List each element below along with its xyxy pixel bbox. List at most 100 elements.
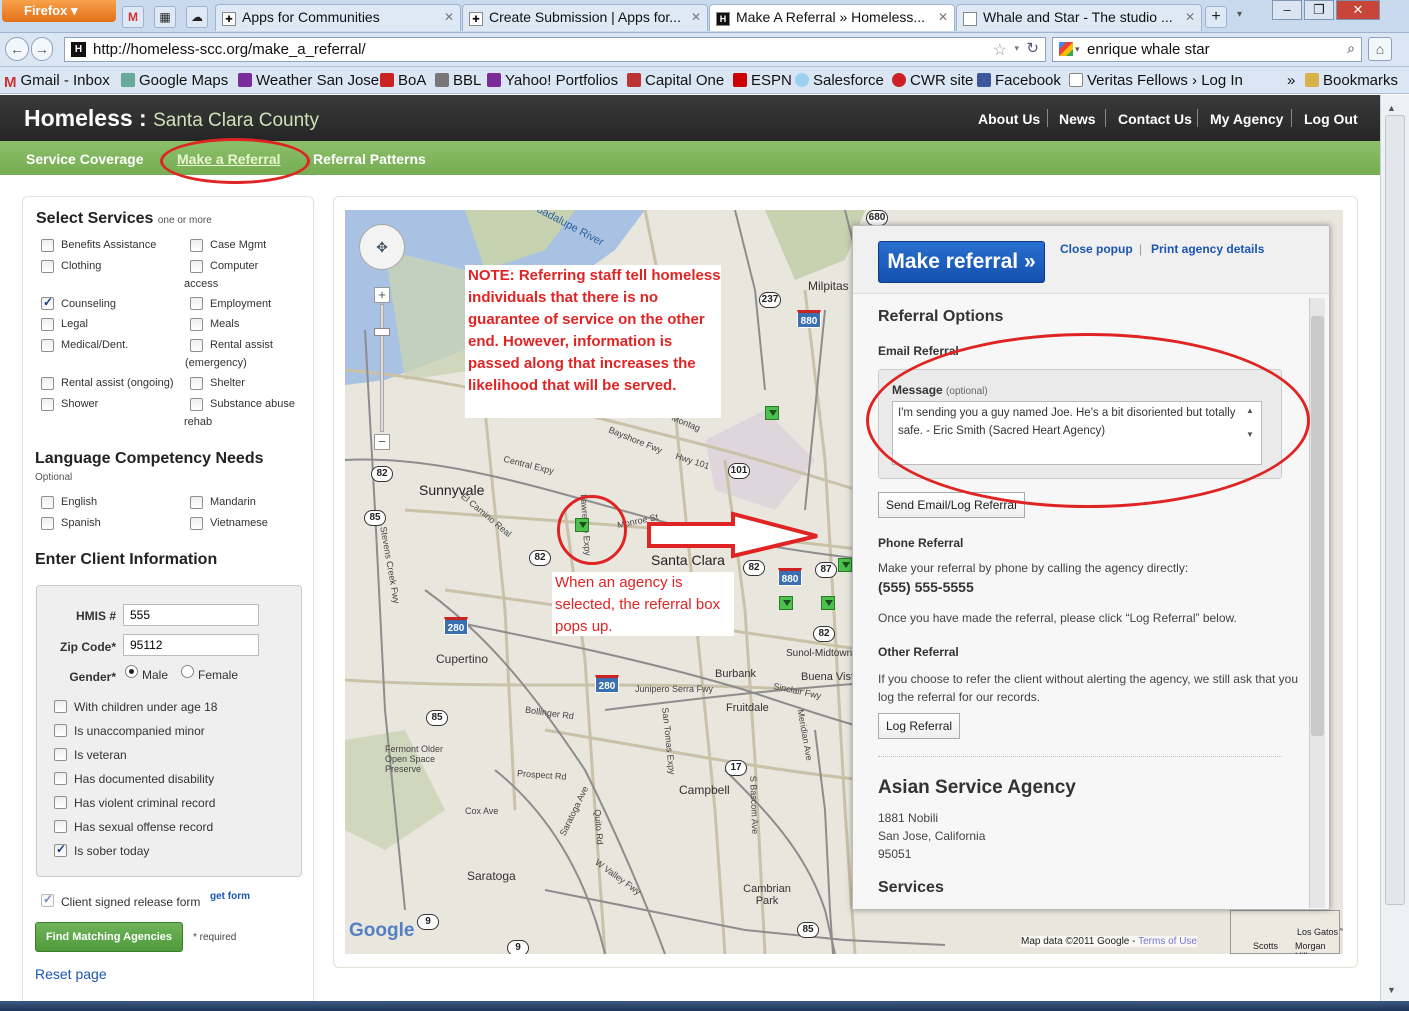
- hmis-input[interactable]: [123, 604, 259, 626]
- client-flag-checkbox[interactable]: [54, 748, 67, 761]
- tab-create-submission[interactable]: ✚ Create Submission | Apps for... ✕: [462, 4, 708, 31]
- bookmark-weather[interactable]: Weather San Jose: [238, 72, 379, 89]
- bookmarks-overflow[interactable]: »: [1287, 72, 1295, 89]
- service-checkbox[interactable]: [41, 398, 54, 411]
- nav-news[interactable]: News: [1059, 111, 1096, 127]
- page-scrollbar[interactable]: ▲ ▼: [1380, 95, 1409, 1001]
- language-checkbox[interactable]: [41, 517, 54, 530]
- agency-marker[interactable]: [765, 406, 779, 420]
- restore-button[interactable]: ❐: [1304, 0, 1334, 20]
- service-checkbox[interactable]: [190, 260, 203, 273]
- tab-whale-and-star[interactable]: Whale and Star - The studio ... ✕: [956, 4, 1202, 31]
- service-checkbox-counseling[interactable]: [41, 295, 54, 310]
- tab-apps-for-communities[interactable]: ✚ Apps for Communities ✕: [215, 4, 461, 31]
- dropdown-icon[interactable]: ▾: [1075, 44, 1080, 55]
- zoom-slider-track[interactable]: [380, 304, 384, 432]
- bookmark-capital-one[interactable]: Capital One: [627, 72, 724, 89]
- subnav-service-coverage[interactable]: Service Coverage: [26, 151, 144, 167]
- app-tab-3[interactable]: ☁: [186, 6, 208, 28]
- zoom-slider-handle[interactable]: [374, 328, 390, 336]
- forward-button[interactable]: →: [31, 37, 53, 61]
- find-matching-agencies-button[interactable]: Find Matching Agencies: [35, 922, 183, 952]
- site-brand[interactable]: Homeless : Santa Clara County: [24, 105, 319, 132]
- subnav-referral-patterns[interactable]: Referral Patterns: [313, 151, 426, 167]
- home-button[interactable]: ⌂: [1368, 37, 1392, 61]
- client-flag-checkbox-sober[interactable]: [54, 842, 67, 857]
- close-popup-link[interactable]: Close popup: [1060, 242, 1133, 256]
- gender-male-radio[interactable]: [125, 665, 138, 678]
- service-checkbox[interactable]: [190, 318, 203, 331]
- star-icon[interactable]: ☆: [993, 40, 1007, 60]
- tab-list-icon[interactable]: ▾: [1237, 9, 1242, 20]
- service-checkbox[interactable]: [190, 339, 203, 352]
- url-bar[interactable]: H http://homeless-scc.org/make_a_referra…: [64, 37, 1046, 62]
- bookmark-veritas[interactable]: Veritas Fellows › Log In: [1069, 72, 1243, 89]
- map-overview-inset[interactable]: Los Gatos Scotts Morgan Hill: [1230, 910, 1340, 954]
- tab-make-a-referral[interactable]: H Make A Referral » Homeless... ✕: [709, 4, 955, 31]
- agency-marker[interactable]: [821, 596, 835, 610]
- app-tab-2[interactable]: ▦: [154, 6, 176, 28]
- agency-marker[interactable]: [779, 596, 793, 610]
- nav-log-out[interactable]: Log Out: [1304, 111, 1358, 127]
- firefox-menu-button[interactable]: Firefox ▾: [2, 0, 116, 22]
- search-icon[interactable]: ⌕: [1347, 40, 1355, 57]
- minimize-button[interactable]: –: [1272, 0, 1302, 20]
- client-flag-checkbox[interactable]: [54, 820, 67, 833]
- map-pan-control[interactable]: ✥: [359, 224, 405, 270]
- release-form-checkbox[interactable]: [41, 892, 54, 907]
- popup-scrollbar[interactable]: [1309, 298, 1325, 908]
- client-flag-checkbox[interactable]: [54, 796, 67, 809]
- get-form-link[interactable]: get form: [210, 891, 250, 902]
- service-checkbox[interactable]: [41, 318, 54, 331]
- zoom-in-button[interactable]: +: [374, 287, 390, 303]
- back-button[interactable]: ←: [5, 37, 29, 61]
- print-agency-details-link[interactable]: Print agency details: [1151, 242, 1264, 256]
- log-referral-button[interactable]: Log Referral: [878, 713, 961, 739]
- close-icon[interactable]: ✕: [691, 10, 701, 24]
- client-flag-checkbox[interactable]: [54, 724, 67, 737]
- bookmark-facebook[interactable]: Facebook: [977, 72, 1061, 89]
- bookmarks-menu[interactable]: Bookmarks: [1305, 72, 1398, 89]
- zoom-out-button[interactable]: −: [374, 434, 390, 450]
- service-checkbox[interactable]: [41, 239, 54, 252]
- close-icon[interactable]: ✕: [444, 10, 454, 24]
- zip-code-input[interactable]: [123, 634, 259, 656]
- bookmark-bbl[interactable]: BBL: [435, 72, 481, 89]
- bookmark-google-maps[interactable]: Google Maps: [121, 72, 228, 89]
- service-checkbox[interactable]: [190, 398, 203, 411]
- client-flag-checkbox[interactable]: [54, 700, 67, 713]
- dropdown-icon[interactable]: ▾: [1014, 43, 1019, 54]
- service-checkbox[interactable]: [41, 260, 54, 273]
- service-checkbox[interactable]: [41, 339, 54, 352]
- nav-my-agency[interactable]: My Agency: [1210, 111, 1283, 127]
- search-bar[interactable]: ▾ enrique whale star ⌕: [1052, 37, 1362, 62]
- gender-female-radio[interactable]: [181, 665, 194, 678]
- bookmark-gmail[interactable]: M Gmail - Inbox: [4, 72, 110, 91]
- bookmark-salesforce[interactable]: Salesforce: [795, 72, 884, 89]
- window-close-button[interactable]: ✕: [1336, 0, 1380, 20]
- close-icon[interactable]: ✕: [1185, 10, 1195, 24]
- scroll-up-icon[interactable]: ▲: [1387, 103, 1396, 113]
- language-checkbox[interactable]: [41, 496, 54, 509]
- reload-icon[interactable]: ↻: [1026, 39, 1039, 57]
- close-icon[interactable]: ✕: [938, 10, 948, 24]
- service-checkbox[interactable]: [41, 377, 54, 390]
- language-checkbox[interactable]: [190, 496, 203, 509]
- make-referral-button[interactable]: Make referral »: [878, 241, 1045, 283]
- page-scroll-thumb[interactable]: [1385, 115, 1405, 905]
- bookmark-espn[interactable]: ESPN: [733, 72, 792, 89]
- service-checkbox[interactable]: [190, 239, 203, 252]
- bookmark-boa[interactable]: BoA: [380, 72, 426, 89]
- new-tab-button[interactable]: +: [1205, 6, 1227, 28]
- reset-page-link[interactable]: Reset page: [35, 966, 107, 982]
- service-checkbox[interactable]: [190, 377, 203, 390]
- language-checkbox[interactable]: [190, 517, 203, 530]
- gmail-app-tab[interactable]: M: [122, 6, 144, 28]
- bookmark-yahoo-portfolios[interactable]: Yahoo! Portfolios: [487, 72, 618, 89]
- service-checkbox[interactable]: [190, 297, 203, 310]
- nav-contact-us[interactable]: Contact Us: [1118, 111, 1192, 127]
- client-flag-checkbox[interactable]: [54, 772, 67, 785]
- nav-about-us[interactable]: About Us: [978, 111, 1040, 127]
- scroll-down-icon[interactable]: ▼: [1387, 985, 1396, 995]
- terms-of-use-link[interactable]: Terms of Use: [1138, 936, 1197, 947]
